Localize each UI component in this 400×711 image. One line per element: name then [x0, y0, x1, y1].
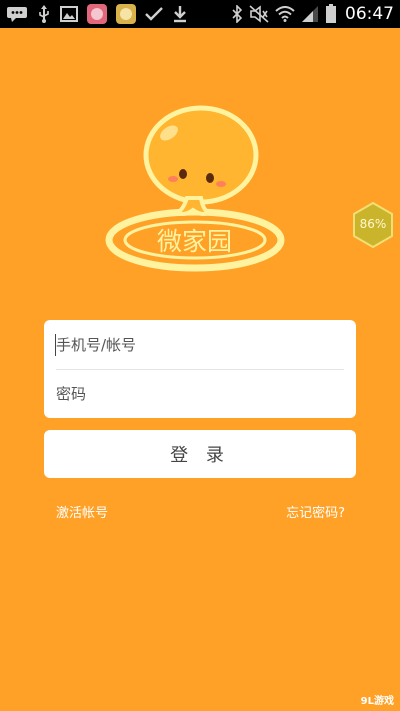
status-bar: 06:47: [0, 0, 400, 28]
logo-text: 微家园: [157, 227, 232, 256]
system-icons: 06:47: [231, 0, 394, 28]
app-logo: 微家园: [105, 100, 290, 285]
forgot-password-link[interactable]: 忘记密码?: [286, 502, 345, 521]
image-icon: [60, 6, 78, 22]
mute-icon: [249, 5, 269, 23]
wifi-icon: [275, 6, 295, 22]
signal-icon: [301, 5, 319, 23]
activate-account-link[interactable]: 激活帐号: [56, 502, 108, 521]
login-button[interactable]: 登 录: [44, 430, 356, 478]
app-icon: [116, 4, 136, 24]
chat-icon: [6, 6, 28, 22]
download-icon: [172, 5, 188, 23]
battery-icon: [325, 4, 337, 24]
account-row: [44, 320, 356, 369]
login-form: [44, 320, 356, 418]
battery-float-widget[interactable]: 86%: [352, 202, 394, 248]
password-input[interactable]: [56, 377, 344, 411]
notification-icons: [6, 0, 188, 28]
clock: 06:47: [345, 4, 394, 24]
check-icon: [145, 7, 163, 21]
bluetooth-icon: [231, 5, 243, 23]
float-percent: 86%: [359, 217, 387, 231]
text-cursor: [55, 334, 56, 356]
watermark: 9L游戏: [360, 696, 394, 707]
app-icon: [87, 4, 107, 24]
usb-icon: [37, 5, 51, 23]
account-input[interactable]: [56, 328, 344, 362]
password-row: [44, 369, 356, 418]
